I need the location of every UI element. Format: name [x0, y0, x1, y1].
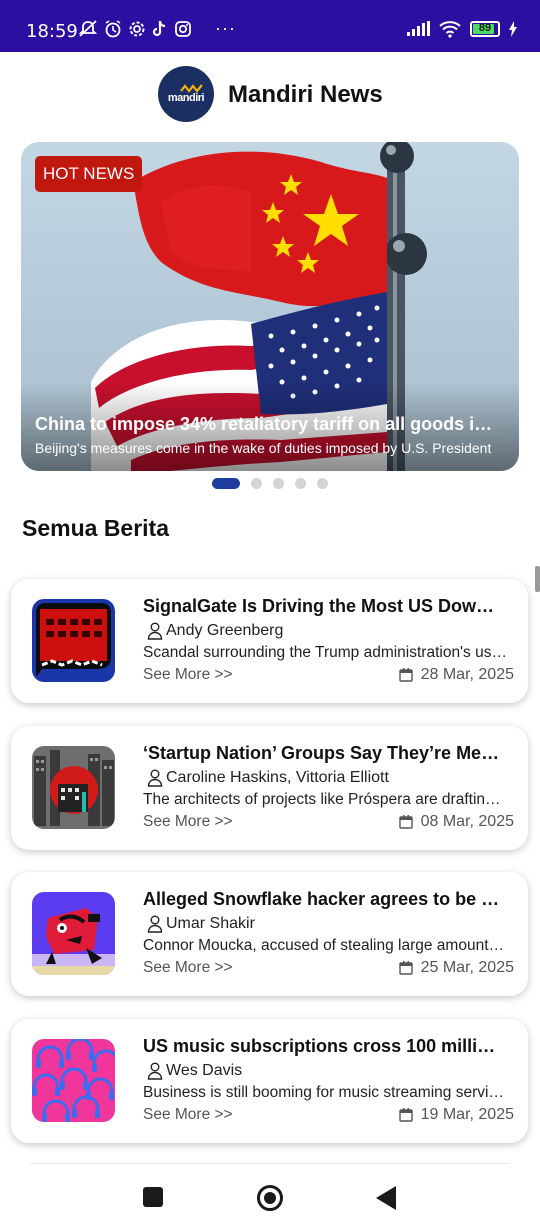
- news-thumbnail: [32, 599, 115, 682]
- carousel-dot[interactable]: [295, 478, 306, 489]
- back-button[interactable]: [376, 1186, 396, 1210]
- settings-icon: [129, 21, 145, 37]
- more-notifications-indicator: ···: [215, 18, 236, 38]
- scrollbar[interactable]: [535, 566, 540, 592]
- alarm-icon: [105, 20, 121, 38]
- news-description: Scandal surrounding the Trump administra…: [143, 644, 509, 661]
- news-thumbnail: [32, 746, 115, 829]
- news-title[interactable]: SignalGate Is Driving the Most US Downlo…: [143, 596, 503, 617]
- see-more-link[interactable]: See More >>: [143, 959, 233, 977]
- news-author: Umar Shakir: [147, 915, 255, 933]
- instagram-icon: [175, 21, 191, 37]
- startup-thumbnail-image: [32, 746, 115, 829]
- news-description: Connor Moucka, accused of stealing large…: [143, 937, 509, 954]
- news-thumbnail: [32, 1039, 115, 1122]
- carousel-page-indicator[interactable]: [212, 478, 328, 489]
- calendar-icon: [398, 815, 413, 829]
- news-author-name: Umar Shakir: [166, 915, 255, 932]
- news-card[interactable]: ‘Startup Nation’ Groups Say They’re Meet…: [11, 726, 528, 850]
- logo-text: mandiri: [167, 92, 205, 104]
- news-card[interactable]: Alleged Snowflake hacker agrees to be ex…: [11, 872, 528, 996]
- carousel-dot[interactable]: [273, 478, 284, 489]
- person-icon: [147, 622, 163, 640]
- battery-icon: 89: [470, 21, 500, 37]
- news-date: 28 Mar, 2025: [398, 666, 514, 684]
- carousel-dot[interactable]: [317, 478, 328, 489]
- news-date-text: 08 Mar, 2025: [420, 813, 514, 830]
- snowflake-thumbnail-image: [32, 892, 115, 975]
- recents-button[interactable]: [143, 1187, 163, 1207]
- system-navigation-bar: [0, 1170, 540, 1230]
- news-author: Caroline Haskins, Vittoria Elliott: [147, 769, 389, 787]
- signal-icon: [407, 21, 430, 36]
- wifi-icon: [439, 21, 461, 38]
- signal-thumbnail-image: [32, 599, 115, 682]
- news-author-name: Andy Greenberg: [166, 622, 284, 639]
- section-title: Semua Berita: [22, 515, 170, 541]
- calendar-icon: [398, 1108, 413, 1122]
- calendar-icon: [398, 961, 413, 975]
- news-date-text: 19 Mar, 2025: [420, 1106, 514, 1123]
- news-date-text: 28 Mar, 2025: [420, 666, 514, 683]
- mandiri-logo: mandiri: [158, 66, 214, 122]
- news-title[interactable]: ‘Startup Nation’ Groups Say They’re Meet…: [143, 743, 503, 764]
- calendar-icon: [398, 668, 413, 682]
- status-bar: 18:59 ··· 89: [0, 0, 540, 52]
- status-time: 18:59: [26, 21, 78, 42]
- news-author-name: Caroline Haskins, Vittoria Elliott: [166, 769, 389, 786]
- news-description: Business is still booming for music stre…: [143, 1084, 509, 1101]
- news-title[interactable]: Alleged Snowflake hacker agrees to be ex…: [143, 889, 503, 910]
- news-card[interactable]: SignalGate Is Driving the Most US Downlo…: [11, 579, 528, 703]
- news-date-text: 25 Mar, 2025: [420, 959, 514, 976]
- news-author-name: Wes Davis: [166, 1062, 243, 1079]
- carousel-headline[interactable]: China to impose 34% retaliatory tariff o…: [35, 414, 505, 435]
- news-title[interactable]: US music subscriptions cross 100 million…: [143, 1036, 503, 1057]
- person-icon: [147, 769, 163, 787]
- status-icons-right: 89: [406, 20, 518, 38]
- carousel-subtitle: Beijing's measures come in the wake of d…: [35, 440, 492, 456]
- news-card[interactable]: US music subscriptions cross 100 million…: [11, 1019, 528, 1143]
- status-icons-left: [78, 20, 192, 38]
- carousel-dot[interactable]: [212, 478, 240, 489]
- news-date: 19 Mar, 2025: [398, 1106, 514, 1124]
- news-description: The architects of projects like Próspera…: [143, 791, 509, 808]
- see-more-link[interactable]: See More >>: [143, 666, 233, 684]
- person-icon: [147, 915, 163, 933]
- news-thumbnail: [32, 892, 115, 975]
- see-more-link[interactable]: See More >>: [143, 1106, 233, 1124]
- home-button[interactable]: [256, 1184, 284, 1212]
- news-author: Wes Davis: [147, 1062, 242, 1080]
- news-date: 08 Mar, 2025: [398, 813, 514, 831]
- bottom-divider: [30, 1163, 510, 1164]
- tiktok-icon: [152, 20, 166, 37]
- hot-news-badge: HOT NEWS: [35, 156, 143, 192]
- notification-muted-icon: [78, 20, 98, 37]
- app-header: mandiri Mandiri News: [0, 60, 540, 126]
- music-thumbnail-image: [32, 1039, 115, 1122]
- news-date: 25 Mar, 2025: [398, 959, 514, 977]
- charging-icon: [509, 21, 517, 37]
- person-icon: [147, 1062, 163, 1080]
- hot-news-carousel[interactable]: HOT NEWS China to impose 34% retaliatory…: [21, 142, 519, 471]
- carousel-dot[interactable]: [251, 478, 262, 489]
- news-author: Andy Greenberg: [147, 622, 283, 640]
- see-more-link[interactable]: See More >>: [143, 813, 233, 831]
- app-title: Mandiri News: [228, 81, 383, 108]
- battery-level: 89: [478, 22, 492, 34]
